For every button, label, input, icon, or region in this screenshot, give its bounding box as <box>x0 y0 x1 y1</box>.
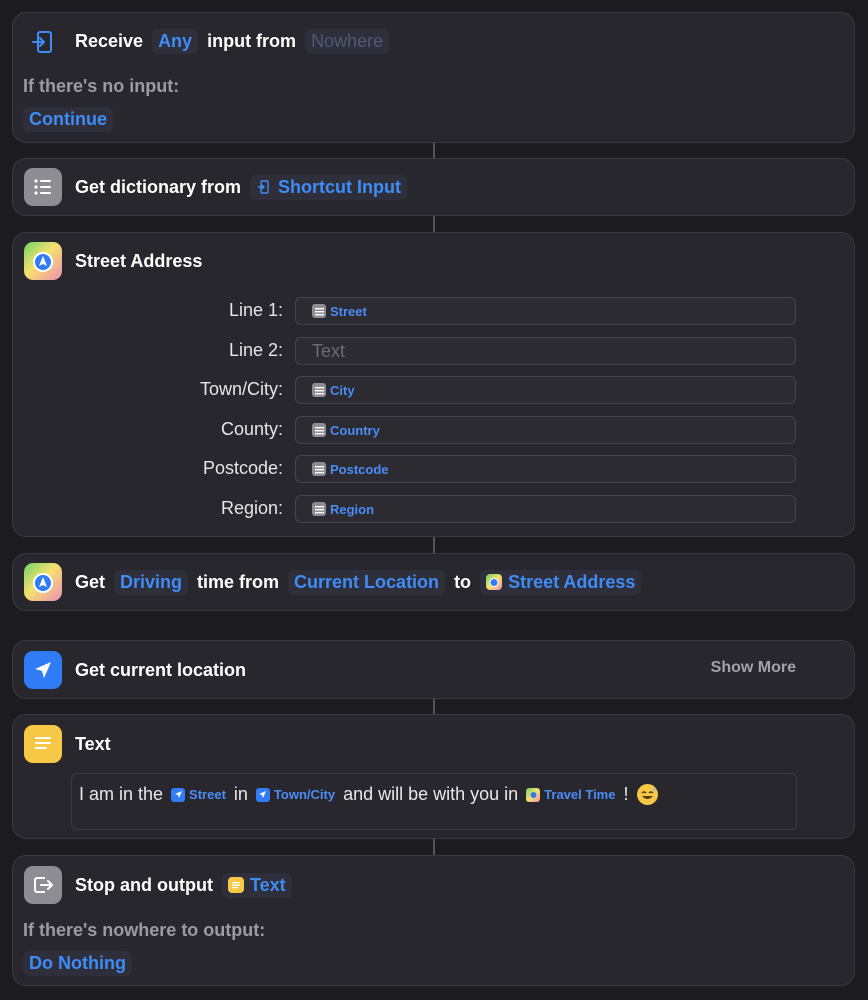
location-arrow-icon <box>24 651 62 689</box>
output-token[interactable]: Text <box>221 872 292 898</box>
time-from-label: time from <box>197 571 280 592</box>
sweat-smile-emoji-icon <box>636 784 658 805</box>
connector <box>433 216 435 232</box>
nowhere-action-token[interactable]: Do Nothing <box>23 951 132 976</box>
get-label: Get <box>75 571 106 592</box>
street-address-action-card[interactable]: Street Address Line 1: Street Line 2: Te… <box>12 232 855 537</box>
text-action-card[interactable]: Text I am in the Street in Town/City and… <box>12 714 855 839</box>
city-field[interactable]: City <box>295 376 796 404</box>
connector <box>433 143 435 158</box>
list-icon <box>24 168 62 206</box>
input-type-token[interactable]: Any <box>152 28 199 54</box>
town-city-variable-label: Town/City <box>273 787 336 802</box>
output-token-label: Text <box>249 874 286 895</box>
county-label: County: <box>220 419 283 439</box>
to-location-token[interactable]: Street Address <box>480 569 642 595</box>
postcode-label: Postcode: <box>202 458 283 478</box>
text-content-field[interactable]: I am in the Street in Town/City and will… <box>71 773 797 830</box>
get-dictionary-label: Get dictionary from <box>75 176 242 197</box>
address-field-region: Region: Region <box>13 495 856 523</box>
list-icon <box>312 304 326 318</box>
no-input-label: If there's no input: <box>23 76 180 96</box>
get-current-location-label: Get current location <box>75 659 247 680</box>
dictionary-source-token[interactable]: Shortcut Input <box>250 174 408 200</box>
region-variable[interactable]: Region <box>330 502 374 517</box>
notes-icon <box>24 725 62 763</box>
text-segment: ! <box>623 784 629 804</box>
region-label: Region: <box>220 498 283 518</box>
list-icon <box>312 502 326 516</box>
city-label: Town/City: <box>199 379 283 399</box>
location-arrow-icon <box>171 787 186 802</box>
stop-and-output-label: Stop and output <box>75 874 213 895</box>
text-action-title: Text <box>75 733 111 754</box>
address-field-city: Town/City: City <box>13 376 856 404</box>
list-icon <box>312 423 326 437</box>
maps-icon <box>526 787 541 802</box>
connector <box>433 537 435 553</box>
maps-icon <box>486 574 503 590</box>
dictionary-source-label: Shortcut Input <box>278 176 402 197</box>
show-more-button[interactable]: Show More <box>711 659 796 677</box>
get-current-location-action-card[interactable]: Get current location Show More <box>12 640 855 699</box>
stop-and-output-action-card[interactable]: Stop and output Text If there's nowhere … <box>12 855 855 986</box>
street-variable[interactable]: Street <box>171 787 226 802</box>
connector <box>433 839 435 855</box>
travel-time-variable-label: Travel Time <box>544 787 616 802</box>
region-field[interactable]: Region <box>295 495 796 523</box>
line1-variable[interactable]: Street <box>330 304 367 319</box>
line2-placeholder: Text <box>312 340 346 361</box>
input-from-label: input from <box>207 30 297 51</box>
street-address-title: Street Address <box>75 250 203 271</box>
postcode-variable[interactable]: Postcode <box>330 462 389 477</box>
from-location-token[interactable]: Current Location <box>288 569 446 595</box>
address-field-line1: Line 1: Street <box>13 297 856 325</box>
travel-time-variable[interactable]: Travel Time <box>526 787 615 802</box>
text-segment: I am in the <box>79 784 164 804</box>
address-field-postcode: Postcode: Postcode <box>13 455 856 483</box>
address-field-line2: Line 2: Text <box>13 337 856 365</box>
postcode-field[interactable]: Postcode <box>295 455 796 483</box>
get-travel-time-action-card[interactable]: Get Driving time from Current Location t… <box>12 553 855 611</box>
city-variable[interactable]: City <box>330 383 355 398</box>
no-input-action-token[interactable]: Continue <box>23 107 113 132</box>
list-icon <box>312 462 326 476</box>
county-variable[interactable]: Country <box>330 423 380 438</box>
receive-label: Receive <box>75 30 144 51</box>
input-arrow-icon <box>24 23 62 61</box>
county-field[interactable]: Country <box>295 416 796 444</box>
input-arrow-icon <box>256 179 272 195</box>
text-segment: in <box>233 784 248 804</box>
line1-label: Line 1: <box>228 300 283 320</box>
travel-mode-token[interactable]: Driving <box>114 569 189 595</box>
line2-field[interactable]: Text <box>295 337 796 365</box>
to-label: to <box>454 571 472 592</box>
line2-label: Line 2: <box>228 340 283 360</box>
street-variable-label: Street <box>189 787 226 802</box>
get-dictionary-action-card[interactable]: Get dictionary from Shortcut Input <box>12 158 855 216</box>
text-segment: and will be with you in <box>343 784 519 804</box>
receive-action-card[interactable]: Receive Any input from Nowhere If there'… <box>12 12 855 143</box>
input-source-token[interactable]: Nowhere <box>305 28 390 54</box>
line1-field[interactable]: Street <box>295 297 796 325</box>
maps-icon <box>24 242 62 280</box>
connector <box>433 699 435 714</box>
location-arrow-icon <box>255 787 270 802</box>
to-location-label: Street Address <box>508 571 636 592</box>
nowhere-to-output-label: If there's nowhere to output: <box>23 920 266 940</box>
address-field-county: County: Country <box>13 416 856 444</box>
list-icon <box>312 383 326 397</box>
output-arrow-icon <box>24 866 62 904</box>
maps-icon <box>24 563 62 601</box>
notes-icon <box>227 877 244 893</box>
town-city-variable[interactable]: Town/City <box>255 787 336 802</box>
